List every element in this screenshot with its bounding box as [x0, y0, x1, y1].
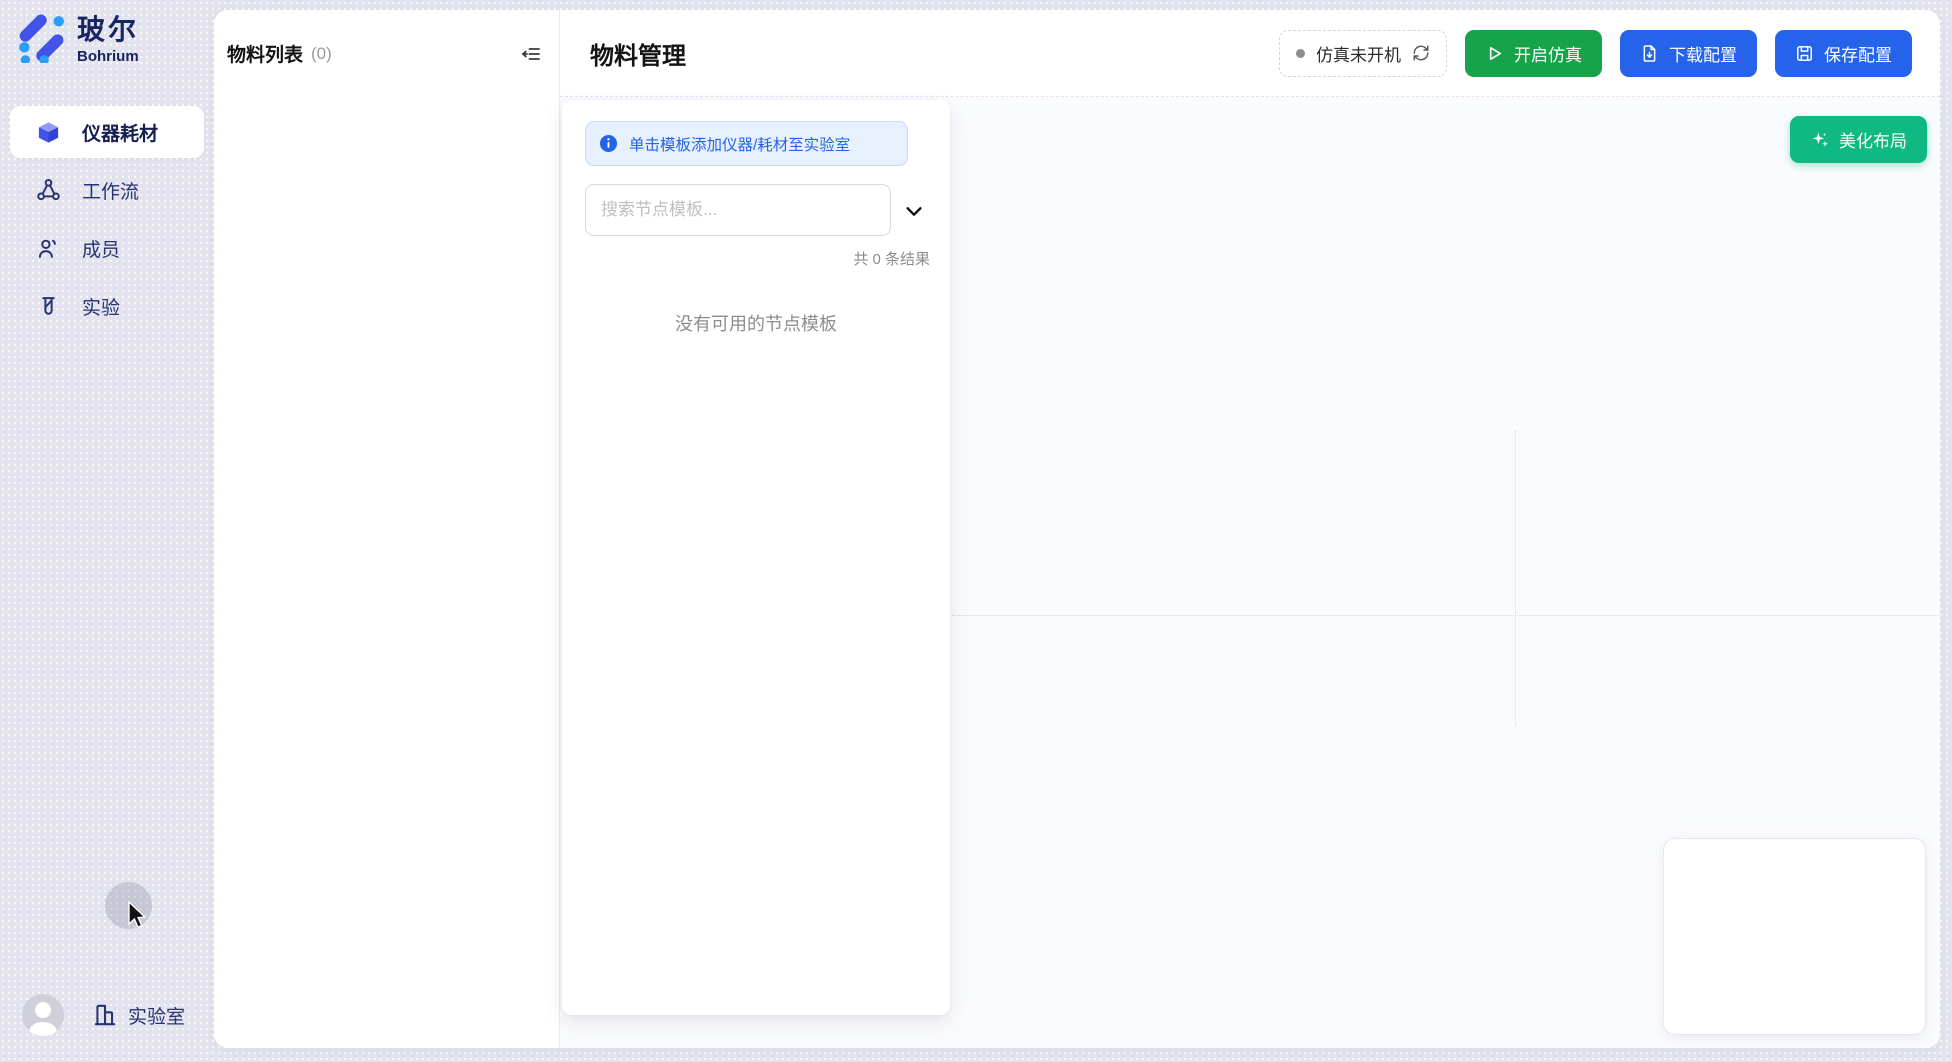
- file-download-icon: [1640, 44, 1659, 63]
- empty-templates-text: 没有可用的节点模板: [562, 310, 950, 336]
- download-config-button[interactable]: 下载配置: [1620, 30, 1757, 77]
- canvas-guide-horizontal: [952, 615, 1940, 616]
- materials-list-title: 物料列表: [227, 40, 303, 67]
- materials-list-count: (0): [311, 44, 332, 64]
- lab-canvas[interactable]: 单击模板添加仪器/耗材至实验室 共 0 条结果 没有可用的节点模板: [560, 97, 1940, 1048]
- page-title: 物料管理: [590, 36, 686, 71]
- brand-name-en: Bohrium: [77, 48, 139, 65]
- sidebar-item-experiments[interactable]: 实验: [10, 280, 204, 332]
- start-simulation-button[interactable]: 开启仿真: [1465, 30, 1602, 77]
- save-icon: [1795, 44, 1814, 63]
- workspace-switcher[interactable]: 实验室: [92, 1002, 185, 1029]
- brand-name-zh: 玻尔: [77, 13, 139, 47]
- sidebar-nav: 仪器耗材 工作流 成员: [10, 106, 204, 338]
- members-icon: [36, 236, 61, 261]
- collapse-panel-button[interactable]: [519, 42, 543, 66]
- hint-text: 单击模板添加仪器/耗材至实验室: [629, 133, 850, 155]
- building-icon: [92, 1002, 118, 1028]
- user-avatar[interactable]: [22, 994, 64, 1036]
- beautify-layout-button[interactable]: 美化布局: [1790, 116, 1927, 163]
- page: 玻尔 Bohrium 仪器耗材: [0, 0, 1952, 1062]
- sidebar-item-label: 实验: [82, 293, 120, 320]
- workspace-label: 实验室: [128, 1002, 185, 1029]
- canvas-header: 物料管理 仿真未开机: [560, 10, 1940, 97]
- workflow-icon: [36, 178, 61, 203]
- refresh-icon[interactable]: [1412, 44, 1430, 62]
- sidebar: 玻尔 Bohrium 仪器耗材: [0, 0, 214, 1062]
- sidebar-item-workflow[interactable]: 工作流: [10, 164, 204, 216]
- chevron-down-icon: [903, 200, 925, 222]
- bohrium-logo-icon: [16, 13, 66, 63]
- hint-banner: 单击模板添加仪器/耗材至实验室: [585, 121, 908, 166]
- simulation-status-pill[interactable]: 仿真未开机: [1279, 30, 1447, 77]
- sparkles-icon: [1810, 130, 1830, 150]
- cube-icon: [36, 120, 61, 145]
- person-icon: [22, 994, 64, 1036]
- test-tube-icon: [36, 294, 61, 319]
- minimap[interactable]: [1663, 838, 1926, 1035]
- sidebar-item-label: 工作流: [82, 177, 139, 204]
- sidebar-item-label: 成员: [82, 235, 120, 262]
- node-template-panel: 单击模板添加仪器/耗材至实验室 共 0 条结果 没有可用的节点模板: [562, 100, 950, 1015]
- status-dot-icon: [1296, 49, 1305, 58]
- sidebar-item-label: 仪器耗材: [82, 119, 158, 146]
- search-template-input[interactable]: [585, 184, 891, 236]
- sidebar-footer: 实验室: [22, 994, 185, 1036]
- result-count: 共 0 条结果: [853, 248, 930, 269]
- play-icon: [1485, 44, 1504, 63]
- materials-list-panel: 物料列表 (0): [214, 10, 560, 1048]
- canvas-guide-vertical: [1515, 430, 1516, 726]
- info-icon: [599, 134, 618, 153]
- main-panel: 物料列表 (0) 物料管理: [214, 10, 1940, 1048]
- expand-filter-button[interactable]: [903, 200, 925, 222]
- sidebar-item-instruments[interactable]: 仪器耗材: [10, 106, 204, 158]
- canvas-area: 物料管理 仿真未开机: [560, 10, 1940, 1048]
- brand-logo: 玻尔 Bohrium: [16, 13, 139, 65]
- sidebar-item-members[interactable]: 成员: [10, 222, 204, 274]
- simulation-status-label: 仿真未开机: [1316, 41, 1401, 66]
- save-config-button[interactable]: 保存配置: [1775, 30, 1912, 77]
